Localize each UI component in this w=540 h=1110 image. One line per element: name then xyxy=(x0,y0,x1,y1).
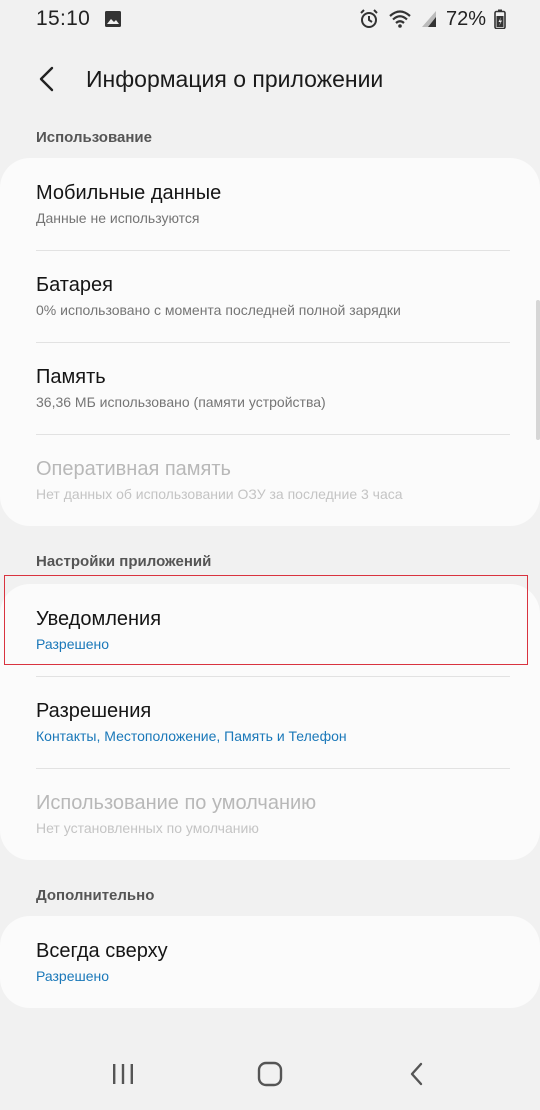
nav-back-button[interactable] xyxy=(377,1044,457,1104)
recents-icon xyxy=(110,1062,136,1086)
image-icon xyxy=(104,10,122,28)
card-app-settings: Уведомления Разрешено Разрешения Контакт… xyxy=(0,584,540,860)
back-arrow-icon xyxy=(37,65,57,93)
status-time: 15:10 xyxy=(36,7,91,30)
row-mobile-data[interactable]: Мобильные данные Данные не используются xyxy=(0,158,540,250)
section-header-app-settings: Настройки приложений xyxy=(36,552,212,570)
row-subtitle: Нет установленных по умолчанию xyxy=(36,820,259,836)
alarm-icon xyxy=(358,8,380,30)
row-title: Оперативная память xyxy=(36,458,231,480)
card-usage: Мобильные данные Данные не используются … xyxy=(0,158,540,526)
row-title: Уведомления xyxy=(36,608,162,630)
section-header-advanced: Дополнительно xyxy=(36,886,155,904)
app-header: Информация о приложении xyxy=(0,48,540,110)
wifi-icon xyxy=(388,9,412,29)
status-right: 72% xyxy=(358,8,506,31)
recents-button[interactable] xyxy=(83,1044,163,1104)
section-header-usage: Использование xyxy=(36,129,152,146)
row-subtitle: Нет данных об использовании ОЗУ за после… xyxy=(36,486,403,502)
row-storage[interactable]: Память 36,36 МБ использовано (памяти уст… xyxy=(0,342,540,434)
battery-percent: 72% xyxy=(445,7,486,30)
page-title: Информация о приложении xyxy=(86,65,384,92)
back-button[interactable] xyxy=(0,48,86,110)
row-subtitle: Данные не используются xyxy=(36,210,200,226)
row-title: Всегда сверху xyxy=(36,940,168,962)
row-title: Мобильные данные xyxy=(36,182,222,204)
battery-icon xyxy=(494,9,506,29)
signal-icon xyxy=(420,9,438,29)
row-notifications[interactable]: Уведомления Разрешено xyxy=(0,584,540,676)
section-header-store: О приложении в магазине xyxy=(0,1008,540,1039)
row-title: Использование по умолчанию xyxy=(36,792,317,814)
row-subtitle: 0% использовано с момента последней полн… xyxy=(36,302,401,318)
row-always-on-top[interactable]: Всегда сверху Разрешено xyxy=(0,916,540,1008)
settings-content[interactable]: Использование Мобильные данные Данные не… xyxy=(0,118,540,1038)
scrollbar[interactable] xyxy=(536,300,540,440)
nav-bar xyxy=(0,1038,540,1110)
row-title: Батарея xyxy=(36,274,113,296)
row-subtitle: Разрешено xyxy=(36,968,110,984)
row-subtitle: Контакты, Местоположение, Память и Телеф… xyxy=(36,728,347,744)
home-icon xyxy=(256,1060,284,1088)
card-advanced: Всегда сверху Разрешено xyxy=(0,916,540,1008)
row-battery[interactable]: Батарея 0% использовано с момента послед… xyxy=(0,250,540,342)
status-bar: 15:10 72% xyxy=(0,0,540,38)
row-permissions[interactable]: Разрешения Контакты, Местоположение, Пам… xyxy=(0,676,540,768)
row-subtitle: Разрешено xyxy=(36,636,110,652)
row-ram: Оперативная память Нет данных об использ… xyxy=(0,434,540,526)
row-title: Разрешения xyxy=(36,700,152,722)
status-left: 15:10 xyxy=(36,7,122,31)
row-subtitle: 36,36 МБ использовано (памяти устройства… xyxy=(36,394,326,410)
row-title: Память xyxy=(36,366,106,388)
back-icon xyxy=(407,1060,427,1088)
home-button[interactable] xyxy=(230,1044,310,1104)
row-default-usage: Использование по умолчанию Нет установле… xyxy=(0,768,540,860)
